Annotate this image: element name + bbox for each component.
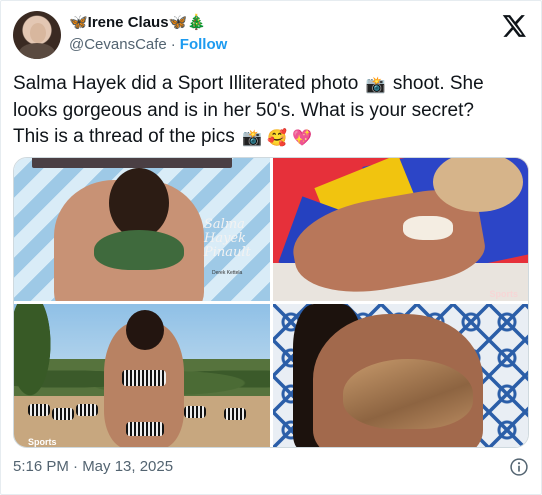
photo-4-tiles[interactable]: [273, 304, 528, 447]
handle-row: @CevansCafe · Follow: [69, 35, 227, 55]
zebra: [28, 404, 50, 416]
magazine-masthead: [32, 158, 232, 168]
camera-flash-emoji: 📸: [365, 75, 386, 94]
tweet-line-1: Salma Hayek did a Sport Illiterated phot…: [13, 73, 359, 94]
zebra: [52, 408, 74, 420]
cover-name-text: Salma Hayek Pinault: [204, 217, 251, 260]
zebra: [184, 406, 206, 418]
avatar-face: [30, 23, 46, 43]
tweet-text: Salma Hayek did a Sport Illiterated phot…: [13, 71, 531, 151]
photo-2-pillows[interactable]: Sports: [273, 158, 528, 301]
zebra-bikini-top: [122, 370, 166, 386]
tweet-card: 🦋Irene Claus🦋🎄 @CevansCafe · Follow Salma …: [0, 0, 542, 495]
tweet-line-1-rest: shoot. She: [392, 73, 484, 94]
author-handle[interactable]: @CevansCafe: [69, 36, 167, 53]
tweet-header: 🦋Irene Claus🦋🎄 @CevansCafe · Follow: [13, 11, 529, 61]
author-info: 🦋Irene Claus🦋🎄 @CevansCafe · Follow: [69, 13, 227, 55]
model-hair: [126, 310, 164, 350]
zebra: [76, 404, 98, 416]
follow-button[interactable]: Follow: [180, 36, 228, 53]
zebra: [224, 408, 246, 420]
x-logo-icon[interactable]: [501, 13, 527, 39]
avatar-shoulders: [19, 43, 55, 59]
tweet-line-3-emojis: 📸 🥰 💖: [242, 128, 312, 147]
zebra-bikini-bottom: [126, 422, 164, 436]
avatar[interactable]: [13, 11, 61, 59]
magazine-logo: Sports: [28, 437, 57, 447]
green-bikini: [94, 230, 184, 270]
timestamp[interactable]: 5:16 PM · May 13, 2025: [13, 458, 173, 475]
tweet-line-2: looks gorgeous and is in her 50's. What …: [13, 100, 474, 121]
bronze-swimsuit: [343, 359, 473, 429]
info-icon[interactable]: [509, 457, 529, 477]
white-top: [403, 216, 453, 240]
magazine-logo: Sports: [489, 289, 518, 299]
tweet-line-3: This is a thread of the pics: [13, 126, 235, 147]
author-display-name[interactable]: 🦋Irene Claus🦋🎄: [69, 13, 227, 33]
tree: [14, 304, 54, 404]
photo-credit: Derek Kettela: [212, 270, 243, 276]
media-grid: Salma Hayek Pinault Derek Kettela Sports: [13, 157, 529, 448]
tweet-footer: 5:16 PM · May 13, 2025: [13, 456, 531, 478]
model-hair: [109, 168, 169, 238]
photo-3-savanna[interactable]: Sports: [14, 304, 270, 447]
photo-1-pool[interactable]: Salma Hayek Pinault Derek Kettela: [14, 158, 270, 301]
separator-dot: ·: [170, 36, 176, 53]
